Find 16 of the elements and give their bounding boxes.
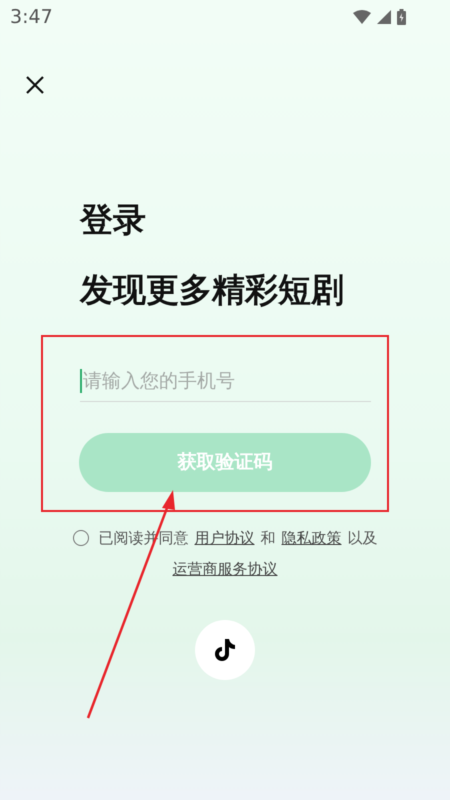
agreement-link[interactable]: 用户协议 [194,527,254,550]
music-note-icon [214,638,236,662]
text-cursor [80,369,82,393]
agreement-link[interactable]: 隐私政策 [282,527,342,550]
wifi-icon [353,10,371,24]
page-subtitle: 发现更多精彩短剧 [80,270,345,310]
page-title: 登录 [80,200,147,240]
agree-checkbox[interactable] [72,530,88,546]
agreement-text: 和 [260,528,276,549]
close-button[interactable] [24,74,46,96]
status-time: 3:47 [10,4,53,30]
phone-field[interactable]: 请输入您的手机号 [80,360,371,402]
signal-icon [377,10,391,24]
battery-icon [397,9,406,25]
agreement-link[interactable]: 运营商服务协议 [172,558,278,580]
agreement-text: 以及 [348,528,378,549]
